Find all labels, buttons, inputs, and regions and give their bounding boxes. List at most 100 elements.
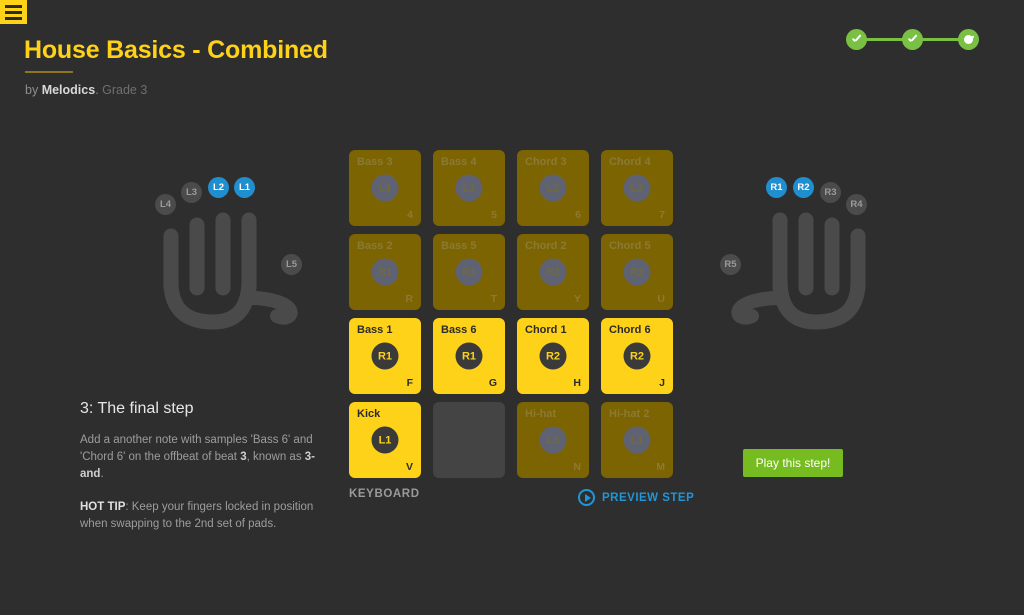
finger-dot-l2[interactable]: L2	[208, 177, 229, 198]
pad-chord-6[interactable]: Chord 6 R2 J	[601, 318, 673, 394]
pad-keycap: G	[488, 377, 497, 389]
pad-bass-4[interactable]: Bass 4 L1 5	[433, 150, 505, 226]
pad-keycap: N	[573, 461, 581, 473]
pad-bass-5[interactable]: Bass 5 R1 T	[433, 234, 505, 310]
pad-finger-badge: L2	[539, 174, 567, 202]
progress-indicator	[846, 29, 979, 50]
pad-keycap: M	[656, 461, 665, 473]
right-hand-diagram: R1 R2 R3 R4 R5	[705, 170, 890, 335]
finger-label: R1	[770, 182, 783, 193]
pad-chord-3[interactable]: Chord 3 L2 6	[517, 150, 589, 226]
finger-dot-r1[interactable]: R1	[766, 177, 787, 198]
finger-dot-r4[interactable]: R4	[846, 194, 867, 215]
pad-chord-1[interactable]: Chord 1 R2 H	[517, 318, 589, 394]
pad-keycap: H	[573, 377, 581, 389]
byline-grade: Grade 3	[98, 83, 148, 97]
progress-connector	[866, 38, 903, 41]
finger-dot-l4[interactable]: L4	[155, 194, 176, 215]
pad-chord-5[interactable]: Chord 5 R2 U	[601, 234, 673, 310]
pad-label: Bass 2	[357, 240, 393, 252]
pad-keycap: V	[405, 461, 413, 473]
pad-keycap: U	[657, 293, 665, 305]
pad-keycap: R	[405, 293, 413, 305]
play-circle-icon	[578, 489, 595, 506]
finger-label: L1	[238, 182, 251, 193]
finger-dot-r5[interactable]: R5	[720, 254, 741, 275]
pad-label: Chord 2	[525, 240, 567, 252]
pad-keycap: 5	[491, 209, 497, 221]
dot-icon	[964, 35, 973, 44]
pad-chord-2[interactable]: Chord 2 R2 Y	[517, 234, 589, 310]
pad-label: Kick	[357, 408, 381, 420]
pad-hi-hat[interactable]: Hi-hat L3 N	[517, 402, 589, 478]
pad-finger-badge: R2	[623, 342, 651, 370]
pad-chord-4[interactable]: Chord 4 L2 7	[601, 150, 673, 226]
progress-connector	[922, 38, 959, 41]
page-title: House Basics - Combined	[24, 36, 328, 64]
pad-bass-1[interactable]: Bass 1 R1 F	[349, 318, 421, 394]
pad-keycap: 7	[659, 209, 665, 221]
pad-label: Bass 3	[357, 156, 393, 168]
hamburger-bar	[5, 16, 22, 20]
byline: by Melodics. Grade 3	[25, 83, 147, 97]
pad-finger-badge: L2	[623, 174, 651, 202]
pad-keycap: J	[659, 377, 665, 389]
pad-finger-badge: R2	[539, 258, 567, 286]
progress-step-2[interactable]	[902, 29, 923, 50]
check-icon	[907, 34, 918, 45]
pad-kick[interactable]: Kick L1 V	[349, 402, 421, 478]
finger-dot-l3[interactable]: L3	[181, 182, 202, 203]
finger-dot-r2[interactable]: R2	[793, 177, 814, 198]
step-body-part2: , known as	[246, 451, 305, 463]
pad-label: Chord 6	[609, 324, 651, 336]
step-heading: 3: The final step	[80, 400, 194, 417]
finger-label: R3	[824, 187, 837, 198]
hamburger-bar	[5, 4, 22, 8]
pad-finger-badge: L1	[623, 426, 651, 454]
pad-finger-badge: R1	[455, 342, 483, 370]
progress-step-3[interactable]	[958, 29, 979, 50]
pad-finger-badge: L1	[371, 174, 399, 202]
pad-label: Chord 4	[609, 156, 651, 168]
pad-finger-badge: L1	[455, 174, 483, 202]
pad-finger-badge: R2	[539, 342, 567, 370]
pad-keycap: F	[406, 377, 413, 389]
left-hand-diagram: L4 L3 L2 L1 L5	[135, 170, 320, 335]
pad-empty	[433, 402, 505, 478]
pad-label: Chord 3	[525, 156, 567, 168]
finger-label: L2	[212, 182, 225, 193]
hot-tip: HOT TIP: Keep your fingers locked in pos…	[80, 499, 315, 533]
pad-bass-3[interactable]: Bass 3 L1 4	[349, 150, 421, 226]
pad-label: Bass 5	[441, 240, 477, 252]
pad-bass-2[interactable]: Bass 2 R1 R	[349, 234, 421, 310]
finger-label: R5	[724, 259, 737, 270]
progress-step-1[interactable]	[846, 29, 867, 50]
pad-keycap: 4	[407, 209, 413, 221]
pad-label: Bass 4	[441, 156, 477, 168]
keyboard-label: KEYBOARD	[349, 488, 420, 500]
pad-finger-badge: R2	[623, 258, 651, 286]
app-root: House Basics - Combined by Melodics. Gra…	[0, 0, 1024, 615]
pad-finger-badge: R1	[371, 342, 399, 370]
pad-label: Bass 6	[441, 324, 477, 336]
step-body: Add a another note with samples 'Bass 6'…	[80, 432, 315, 483]
pad-finger-badge: L3	[539, 426, 567, 454]
finger-dot-r3[interactable]: R3	[820, 182, 841, 203]
play-this-step-button[interactable]: Play this step!	[743, 449, 843, 477]
pad-hi-hat-2[interactable]: Hi-hat 2 L1 M	[601, 402, 673, 478]
hamburger-menu-icon[interactable]	[0, 0, 27, 24]
pad-bass-6[interactable]: Bass 6 R1 G	[433, 318, 505, 394]
pad-keycap: Y	[573, 293, 581, 305]
byline-brand[interactable]: Melodics	[42, 83, 96, 97]
pad-label: Chord 5	[609, 240, 651, 252]
finger-label: L3	[185, 187, 198, 198]
finger-dot-l1[interactable]: L1	[234, 177, 255, 198]
finger-label: R2	[797, 182, 810, 193]
finger-dot-l5[interactable]: L5	[281, 254, 302, 275]
pad-finger-badge: L1	[371, 426, 399, 454]
preview-step-button[interactable]: PREVIEW STEP	[578, 489, 694, 506]
finger-label: R4	[850, 199, 863, 210]
preview-step-label: PREVIEW STEP	[602, 491, 695, 504]
pad-grid: Bass 3 L1 4 Bass 4 L1 5 Chord 3 L2 6 Chord 4 L2 7 Ba…	[349, 150, 673, 478]
pad-label: Chord 1	[525, 324, 567, 336]
